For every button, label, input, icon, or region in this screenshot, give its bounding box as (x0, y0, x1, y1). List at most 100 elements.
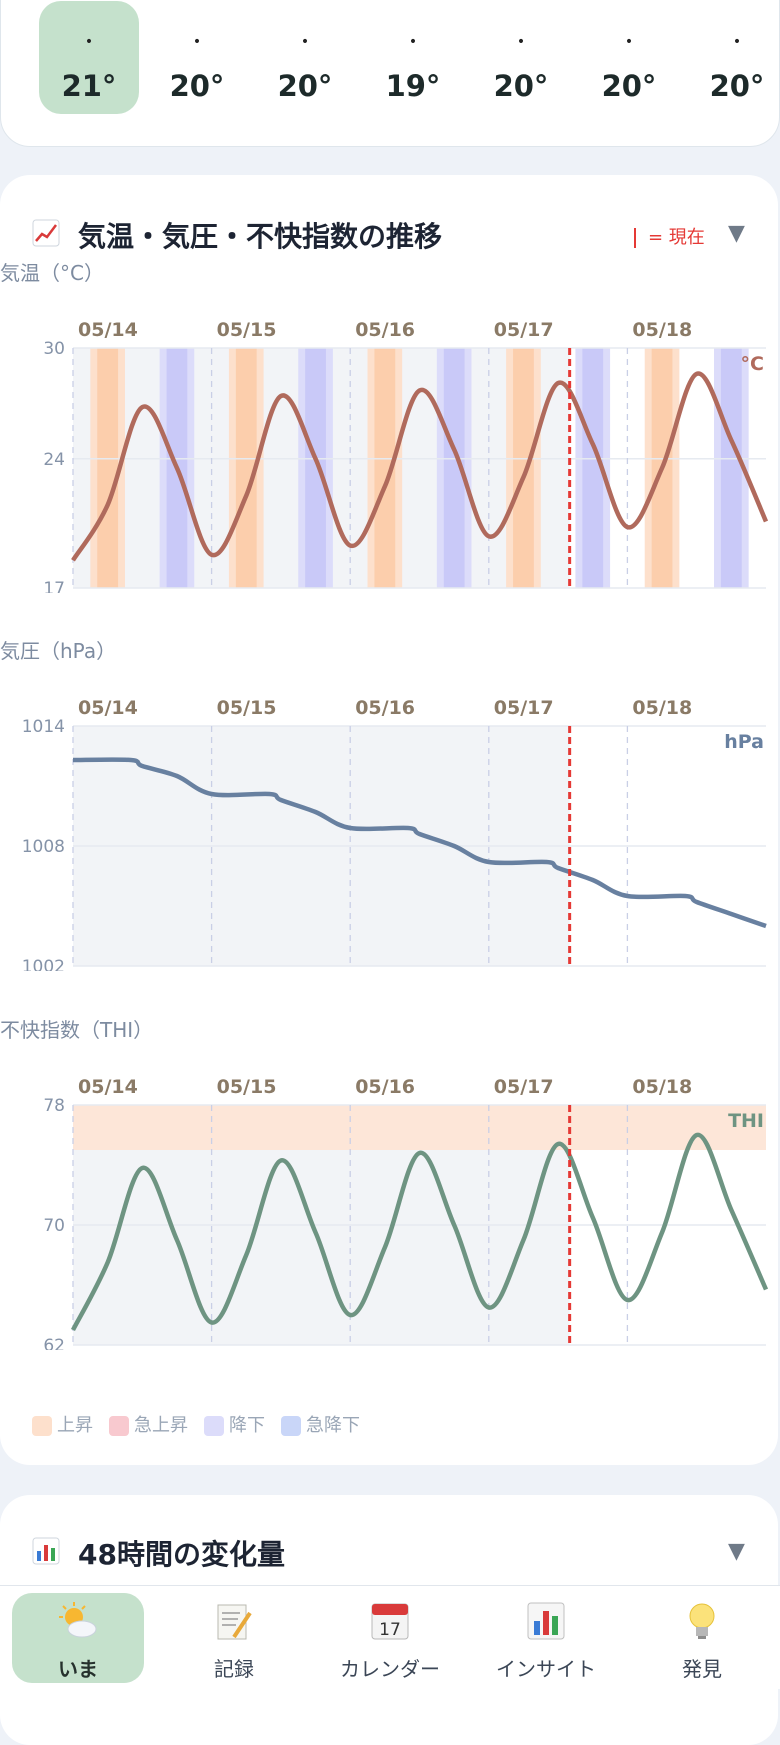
collapse-chevron-icon[interactable]: ▼ (728, 221, 745, 246)
now-marker-swatch (634, 228, 636, 248)
hour-dot: • (516, 34, 526, 50)
legend-item: 急上昇 (109, 1411, 188, 1437)
hour-cell[interactable]: • 20° (687, 1, 780, 114)
hour-cell[interactable]: • 20° (255, 1, 355, 114)
y-tick-label: 78 (43, 1096, 65, 1116)
hour-cell[interactable]: • 20° (147, 1, 247, 114)
lightbulb-icon (689, 1603, 715, 1639)
discomfort-band (73, 1105, 766, 1150)
change-title: 48時間の変化量 (78, 1538, 285, 1571)
bar-chart-icon (32, 1537, 60, 1565)
date-label: 05/16 (355, 697, 415, 719)
legend-swatch (281, 1416, 301, 1436)
tab-bar: いま 記録 17 カレンダー インサイト 発見 (0, 1585, 780, 1689)
rising-band-core (513, 348, 534, 588)
legend-label: 降下 (229, 1415, 265, 1436)
tab-record-label: 記録 (214, 1657, 254, 1681)
trend-legend: 上昇 急上昇 降下 急降下 (32, 1411, 376, 1437)
tab-insight[interactable]: インサイト (480, 1593, 612, 1683)
date-label: 05/15 (217, 319, 277, 341)
tab-now-label: いま (58, 1657, 98, 1681)
date-label: 05/15 (217, 697, 277, 719)
hour-dot: • (624, 34, 634, 50)
date-label: 05/18 (632, 1076, 692, 1098)
unit-label: hPa (724, 731, 764, 753)
pressure-chart: 10141008100205/146121805/156121805/16612… (22, 697, 767, 971)
date-label: 05/16 (355, 1076, 415, 1098)
y-tick-label: 24 (43, 450, 65, 470)
legend-label: 上昇 (57, 1415, 93, 1436)
legend-item: 降下 (204, 1411, 265, 1437)
tab-now[interactable]: いま (12, 1593, 144, 1683)
legend-label: 急降下 (306, 1415, 360, 1436)
date-label: 05/18 (632, 319, 692, 341)
hour-cell[interactable]: • 21° (39, 1, 139, 114)
hour-cell[interactable]: • 20° (579, 1, 679, 114)
date-label: 05/17 (494, 697, 554, 719)
svg-text:17: 17 (379, 1620, 401, 1640)
hourly-forecast-card: • 21° • 20° • 20° • 19° • 20° • 20° • 20° (0, 0, 780, 147)
calendar-icon: 17 (371, 1603, 409, 1640)
legend-label: 急上昇 (134, 1415, 188, 1436)
hour-dot: • (192, 34, 202, 50)
date-label: 05/17 (494, 1076, 554, 1098)
hour-temp: 20° (493, 69, 549, 103)
hour-temp: 20° (169, 69, 225, 103)
y-tick-label: 17 (43, 579, 65, 593)
legend-swatch (204, 1416, 224, 1436)
chart-up-icon (32, 219, 60, 247)
temp-section-label: 気温（°C） (0, 261, 104, 285)
thi-chart: 78706205/146121805/156121805/166121805/1… (43, 1076, 769, 1350)
tab-record[interactable]: 記録 (168, 1593, 300, 1683)
legend-item: 上昇 (32, 1411, 93, 1437)
tab-discover[interactable]: 発見 (636, 1593, 768, 1683)
hour-temp: 20° (277, 69, 333, 103)
now-legend: = 現在 (634, 223, 705, 249)
hour-temp: 21° (61, 69, 117, 103)
chart-icon (527, 1602, 565, 1640)
rising-band-core (97, 348, 119, 588)
hour-temp: 20° (601, 69, 657, 103)
date-label: 05/14 (78, 1076, 138, 1098)
date-label: 05/15 (217, 1076, 277, 1098)
thi-section-label: 不快指数（THI） (0, 1018, 154, 1042)
now-legend-label: = 現在 (648, 227, 705, 248)
date-label: 05/18 (632, 697, 692, 719)
hour-cell[interactable]: • 19° (363, 1, 463, 114)
unit-label: °C (741, 353, 764, 375)
hour-temp: 20° (709, 69, 765, 103)
hour-dot: • (84, 34, 94, 50)
tab-discover-label: 発見 (682, 1657, 722, 1681)
hour-cell[interactable]: • 20° (471, 1, 571, 114)
falling-band-core (720, 348, 742, 588)
notepad-icon (217, 1604, 252, 1640)
y-tick-label: 1002 (22, 957, 65, 971)
tab-insight-label: インサイト (496, 1657, 596, 1681)
legend-item: 急降下 (281, 1411, 360, 1437)
temperature-chart: 30241705/146121805/156121805/166121805/1… (43, 319, 769, 593)
y-tick-label: 1008 (22, 837, 65, 857)
date-label: 05/17 (494, 319, 554, 341)
weather-icon (59, 1602, 97, 1638)
tab-calendar[interactable]: 17 カレンダー (324, 1593, 456, 1683)
pressure-section-label: 気圧（hPa） (0, 639, 117, 663)
tab-calendar-label: カレンダー (340, 1657, 440, 1681)
legend-swatch (32, 1416, 52, 1436)
unit-label: THI (728, 1110, 764, 1132)
hour-dot: • (732, 34, 742, 50)
y-tick-label: 30 (43, 339, 65, 359)
trend-card: 気温・気圧・不快指数の推移 = 現在 ▼ 気温（°C） 30 24 17 05/14 6… (0, 175, 778, 1465)
date-label: 05/14 (78, 697, 138, 719)
legend-swatch (109, 1416, 129, 1436)
y-tick-label: 1014 (22, 717, 65, 737)
hour-dot: • (300, 34, 310, 50)
hour-temp: 19° (385, 69, 441, 103)
y-tick-label: 70 (43, 1216, 65, 1236)
date-label: 05/14 (78, 319, 138, 341)
expand-chevron-icon[interactable]: ▼ (728, 1539, 745, 1564)
trend-title: 気温・気圧・不快指数の推移 (78, 220, 443, 253)
falling-band-core (305, 348, 326, 588)
hour-dot: • (408, 34, 418, 50)
date-label: 05/16 (355, 319, 415, 341)
y-tick-label: 62 (43, 1336, 65, 1350)
